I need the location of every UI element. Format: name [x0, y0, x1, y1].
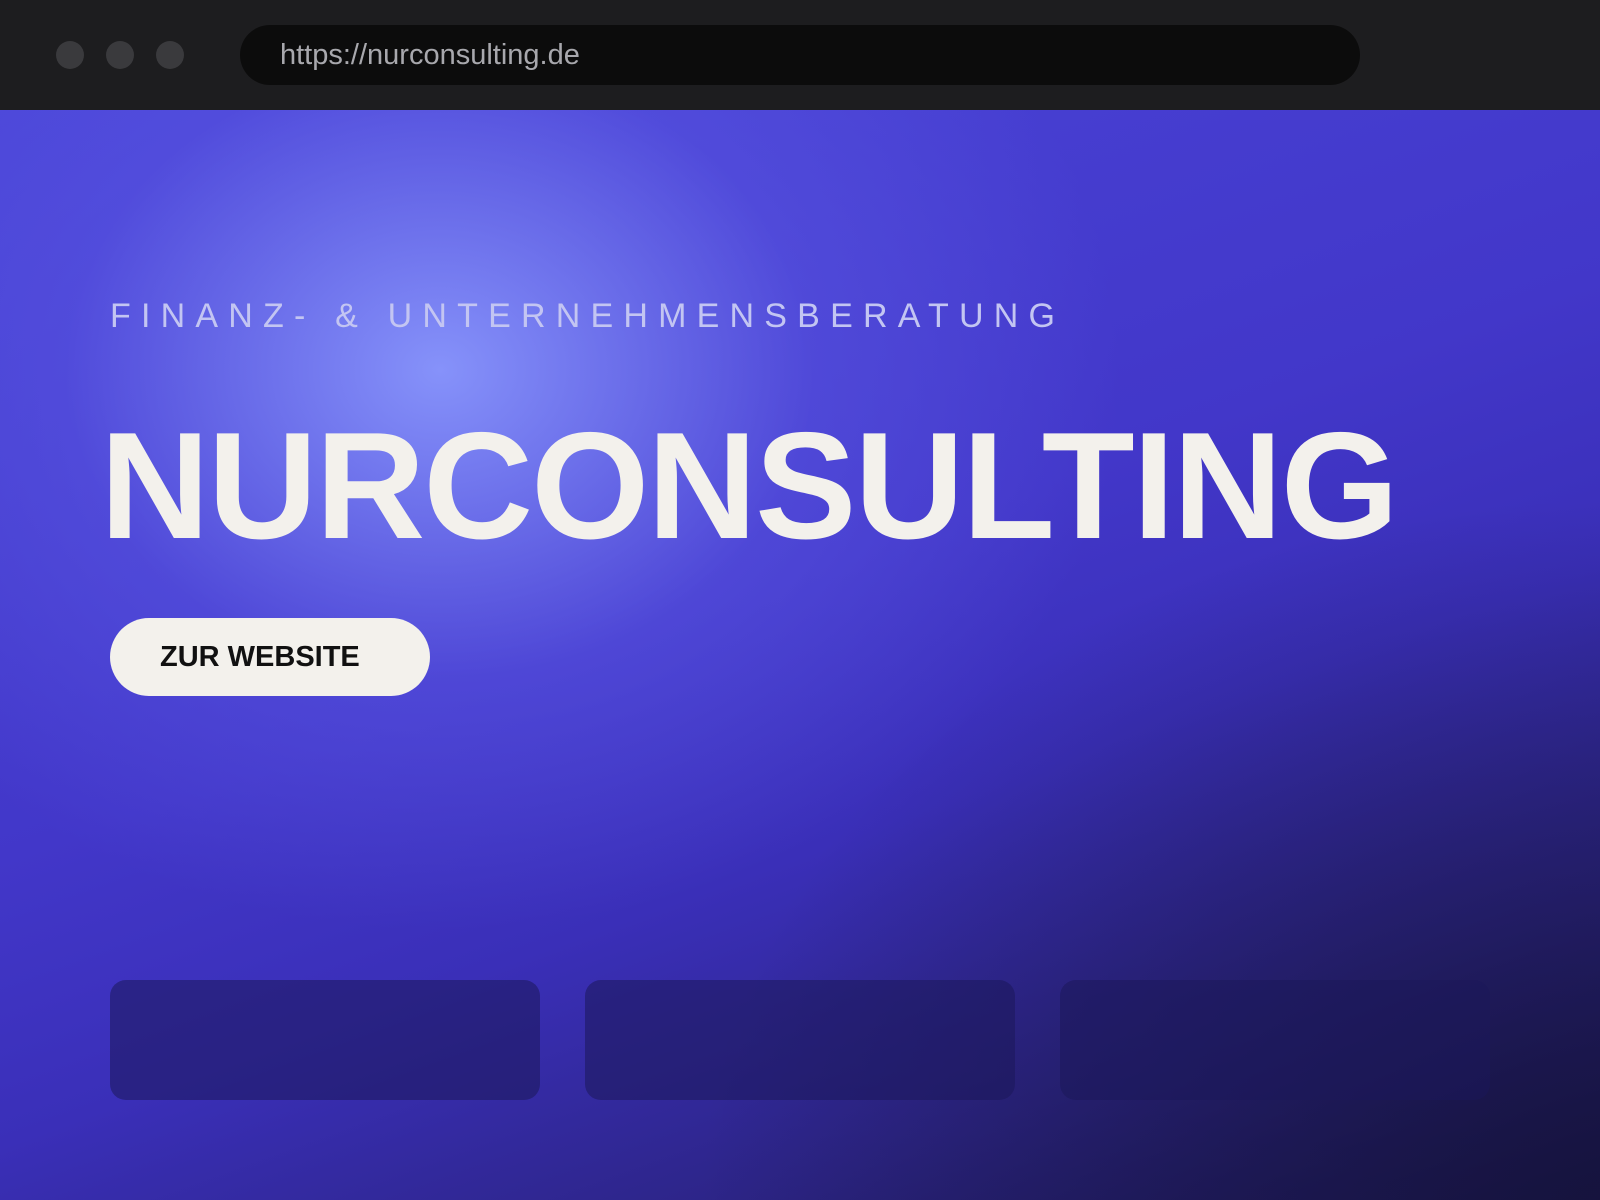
- hero-title: NURCONSULTING: [100, 401, 1399, 571]
- window-minimize-button[interactable]: [106, 41, 134, 69]
- hero-section: FINANZ- & UNTERNEHMENSBERATUNG NURCONSUL…: [0, 110, 1600, 1200]
- window-close-button[interactable]: [56, 41, 84, 69]
- website-cta-button[interactable]: ZUR WEBSITE: [110, 618, 430, 696]
- hero-eyebrow: FINANZ- & UNTERNEHMENSBERATUNG: [110, 297, 1066, 335]
- feature-card-placeholder: [110, 980, 540, 1100]
- feature-card-placeholder: [1060, 980, 1490, 1100]
- address-bar-url: https://nurconsulting.de: [280, 38, 580, 71]
- address-bar[interactable]: https://nurconsulting.de: [240, 25, 1360, 85]
- browser-window: https://nurconsulting.de FINANZ- & UNTER…: [0, 0, 1600, 1200]
- browser-toolbar: https://nurconsulting.de: [0, 0, 1600, 110]
- window-maximize-button[interactable]: [156, 41, 184, 69]
- feature-card-placeholder: [585, 980, 1015, 1100]
